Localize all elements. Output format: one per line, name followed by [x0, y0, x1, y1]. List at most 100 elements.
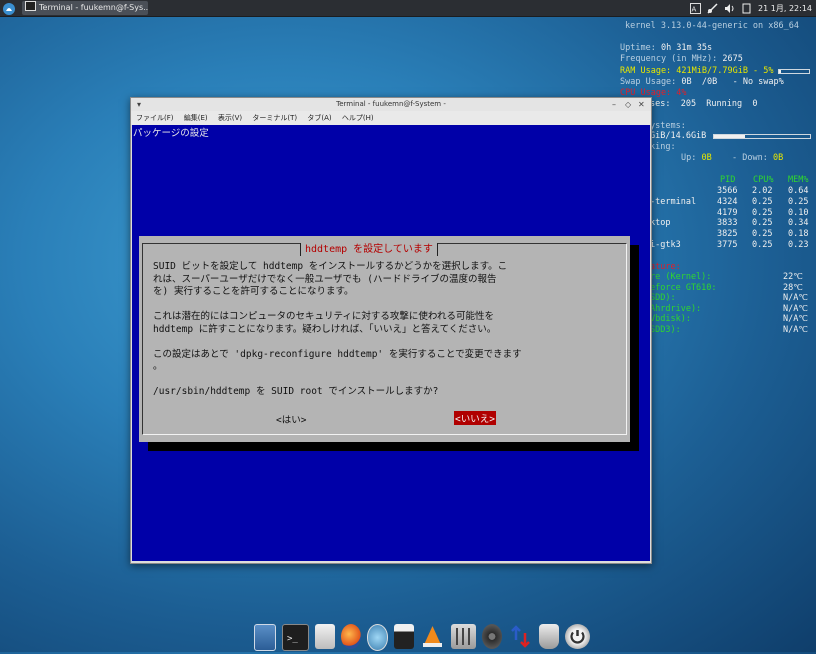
conky-fs-value: GiB/14.6GiB	[650, 131, 707, 141]
conky-temps-header: ature:	[650, 262, 681, 272]
conky-proc-cpu: 0.25	[752, 207, 773, 218]
conky-down-value: 0B	[772, 153, 784, 163]
window-menu-icon[interactable]: ▾	[137, 98, 141, 111]
conky-uptime-label: Uptime:	[620, 43, 656, 53]
conky-proc-pid: 3566	[717, 186, 738, 196]
conky-proc-mem: 0.25	[788, 196, 809, 207]
software-update-icon[interactable]	[508, 624, 533, 649]
conky-proc-mem: 0.10	[788, 207, 809, 218]
menu-edit[interactable]: 編集(E)	[184, 114, 208, 122]
conky-freq-value: 2675	[722, 54, 743, 64]
conky-proc-name: -terminal	[650, 196, 697, 207]
svg-text:>_: >_	[287, 634, 298, 644]
menu-terminal[interactable]: ターミナル(T)	[252, 114, 297, 122]
conky-proc-pid: 3833	[717, 218, 738, 229]
conky-temp-name: SDD):	[650, 293, 676, 303]
conky-temp-value: N/A℃	[783, 293, 808, 303]
system-tray: A 21 1月, 22:14	[690, 1, 812, 15]
conky-temp-value: 28℃	[783, 282, 803, 293]
taskbar-terminal-button[interactable]: Terminal - fuukemn@f-Sys...	[22, 1, 148, 15]
terminal-title: Terminal - fuukemn@f-System -	[336, 100, 446, 108]
menu-tabs[interactable]: タブ(A)	[307, 114, 331, 122]
conky-kernel: kernel 3.13.0-44-generic on x86_64	[625, 21, 799, 31]
clock[interactable]: 21 1月, 22:14	[758, 3, 812, 14]
conky-swap-label: Swap Usage:	[620, 77, 677, 87]
conky-proc-cpu: 0.25	[752, 218, 773, 229]
terminal-window[interactable]: ▾ Terminal - fuukemn@f-System - – ◇ ✕ ファ…	[130, 97, 652, 564]
network-icon[interactable]	[707, 2, 718, 14]
conky-proc-cpu: 0.25	[752, 196, 773, 207]
conky-proc-mem: 0.34	[788, 218, 809, 229]
image-viewer-icon[interactable]	[366, 624, 389, 651]
conky-ram-bar	[778, 69, 810, 74]
conky-uptime-value: 0h 31m 35s	[660, 43, 713, 53]
terminal-icon[interactable]: >_	[281, 624, 309, 651]
input-method-icon[interactable]: A	[690, 2, 702, 14]
conky-proc-mem: 0.23	[788, 240, 809, 250]
conky-proc-header-pid: PID	[720, 175, 736, 185]
conky-proc-header-cpu: CPU%	[753, 175, 774, 185]
top-panel: Terminal - fuukemn@f-Sys... A 21 1月, 22:…	[0, 0, 816, 17]
maximize-icon[interactable]: ◇	[625, 98, 631, 111]
terminal-titlebar[interactable]: ▾ Terminal - fuukemn@f-System - – ◇ ✕	[131, 98, 651, 111]
conky-proc-mem: 0.64	[788, 186, 809, 196]
display-settings-icon[interactable]	[254, 624, 276, 651]
mixer-icon[interactable]	[451, 624, 477, 649]
logout-icon[interactable]	[565, 624, 591, 649]
conky-filesystems-label: ystems:	[650, 121, 686, 131]
terminal-icon	[25, 1, 36, 11]
dialog-title: hddtemp を設定しています	[300, 243, 438, 256]
minimize-icon[interactable]: –	[612, 98, 616, 111]
conky-down-label: - Down:	[732, 153, 768, 163]
dialog-text-line: を) 実行することを許可することになります。	[153, 286, 354, 297]
text-editor-icon[interactable]	[314, 624, 335, 649]
close-icon[interactable]: ✕	[638, 98, 645, 111]
menu-file[interactable]: ファイル(F)	[136, 114, 174, 122]
conky-temp-name: re (Kernel):	[650, 272, 712, 282]
conky-proc-pid: 3775	[717, 240, 738, 250]
dialog-text-line: 。	[153, 361, 163, 372]
video-clapper-icon[interactable]	[394, 624, 415, 649]
dialog-text-line: この設定はあとで 'dpkg-reconfigure hddtemp' を実行す…	[153, 348, 522, 360]
disk-utility-icon[interactable]	[482, 624, 503, 649]
conky-proc-cpu: 0.25	[752, 229, 773, 240]
conky-temp-value: N/A℃	[783, 314, 808, 324]
notification-icon[interactable]	[741, 3, 752, 14]
dialog-text-line: hddtemp に許すことになります。疑わしければ、「いいえ」と答えてください。	[153, 323, 497, 335]
menu-view[interactable]: 表示(V)	[218, 114, 242, 122]
terminal-menubar: ファイル(F) 編集(E) 表示(V) ターミナル(T) タブ(A) ヘルプ(H…	[131, 111, 651, 125]
conky-temp-name: Vbdisk):	[650, 314, 691, 324]
menu-help[interactable]: ヘルプ(H)	[342, 114, 374, 122]
conky-processes: ses: 205 Running 0	[650, 99, 758, 109]
conky-proc-pid: 4179	[717, 207, 738, 218]
dock: >_	[254, 624, 591, 652]
firefox-icon[interactable]	[340, 624, 361, 649]
applications-menu-icon[interactable]	[2, 1, 16, 15]
conky-proc-name: i-gtk3	[650, 240, 681, 250]
conky-proc-pid: 3825	[717, 229, 738, 240]
media-player-icon[interactable]	[420, 624, 445, 649]
conky-proc-cpu: 0.25	[752, 240, 773, 250]
dialog-text-line: /usr/sbin/hddtemp を SUID root でインストールします…	[153, 386, 439, 397]
conky-temp-value: N/A℃	[783, 324, 808, 335]
conky-freq-label: Frequency (in MHz):	[620, 54, 718, 64]
terminal-body[interactable]: パッケージの設定 hddtemp を設定しています SUID ビットを設定して …	[132, 125, 650, 561]
yes-button[interactable]: <はい>	[276, 412, 306, 426]
conky-fs-bar	[713, 134, 811, 139]
conky-proc-header-mem: MEM%	[788, 175, 809, 185]
debconf-dialog: hddtemp を設定しています SUID ビットを設定して hddtemp を…	[139, 236, 630, 442]
conky-up-value: 0B	[701, 153, 712, 163]
no-button[interactable]: <いいえ>	[454, 411, 496, 425]
conky-proc-pid: 4324	[717, 196, 738, 207]
conky-temp-name: eforce GT610:	[650, 282, 717, 293]
volume-icon[interactable]	[724, 3, 735, 14]
conky-ram-usage: RAM Usage: 421MiB/7.79GiB - 5%	[620, 66, 774, 76]
conky-temp-value: N/A℃	[783, 303, 808, 314]
conky-temp-name: SDD3):	[650, 324, 681, 335]
conky-proc-mem: 0.18	[788, 229, 809, 240]
conky-proc-name: ktop	[650, 218, 671, 229]
conky-swap-value: 0B /0B - No swap%	[681, 77, 784, 87]
dialog-frame: hddtemp を設定しています SUID ビットを設定して hddtemp を…	[142, 243, 627, 435]
trash-icon[interactable]	[539, 624, 560, 649]
package-config-header: パッケージの設定	[133, 128, 209, 139]
